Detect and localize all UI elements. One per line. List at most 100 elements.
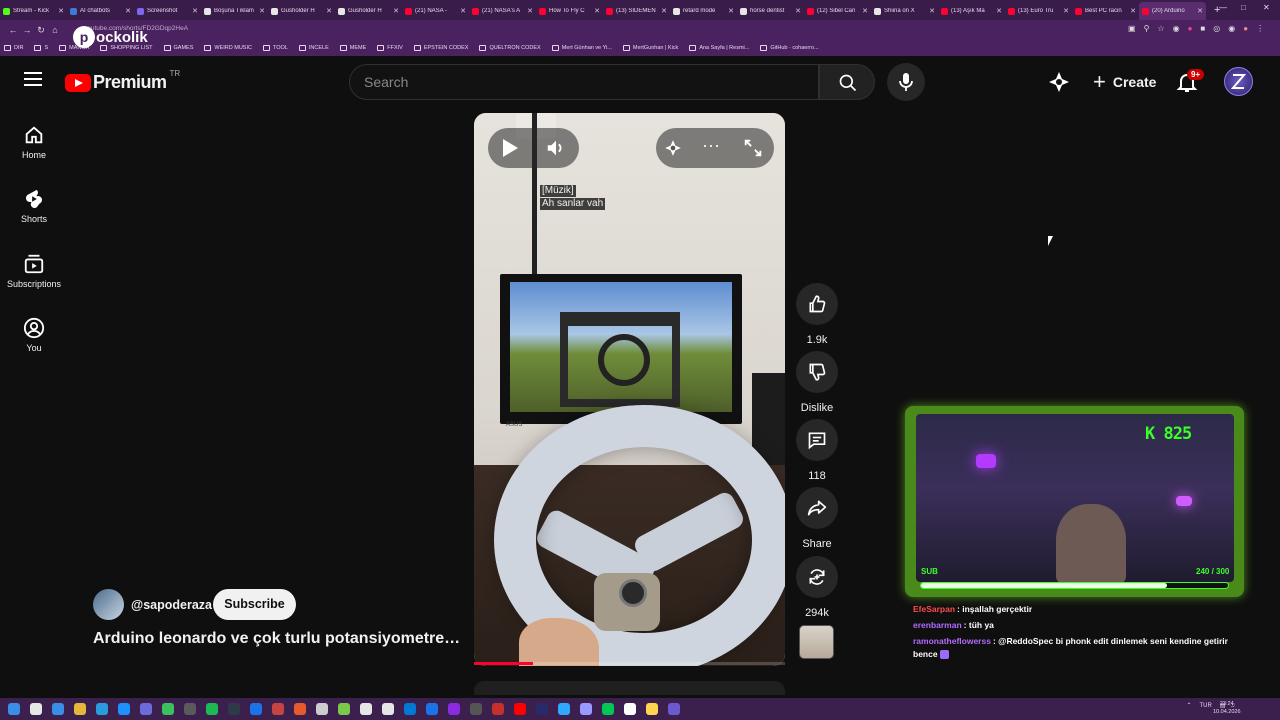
bookmark-item[interactable]: WEIRD MUSIC [204,45,252,51]
browser-menu-icon[interactable]: ⋮ [1256,24,1264,33]
bookmark-item[interactable]: Ana Sayfa | Resmi... [689,45,749,51]
bookmark-item[interactable]: GitHub · cohaerro... [760,45,819,51]
browser-tab[interactable]: horse dentist ✕ [737,2,804,20]
share-button[interactable]: Share [795,487,839,550]
taskbar-app-icon[interactable] [448,703,460,715]
tab-close-icon[interactable]: ✕ [460,7,466,15]
comments-button[interactable]: 118 [795,419,839,482]
taskbar-app-icon[interactable] [382,703,394,715]
tab-close-icon[interactable]: ✕ [125,7,131,15]
search-input[interactable] [364,74,804,90]
extension-icon[interactable]: ◎ [1213,24,1220,33]
guide-item-you[interactable]: You [0,317,68,353]
extension-icon[interactable]: ● [1188,24,1193,33]
bookmark-star-icon[interactable]: ☆ [1157,24,1164,33]
bookmark-item[interactable]: QUELTRON CODEX [479,45,541,51]
play-button[interactable] [497,136,523,162]
home-nav-icon[interactable]: ⌂ [48,25,62,35]
taskbar-app-icon[interactable] [624,703,636,715]
bookmark-item[interactable]: MEME [339,45,366,51]
subscribe-button[interactable]: Subscribe [213,589,296,620]
browser-tab[interactable]: (12) Sibel Can ✕ [804,2,871,20]
tab-close-icon[interactable]: ✕ [929,7,935,15]
browser-tab[interactable]: Screenshot ✕ [134,2,201,20]
forward-icon[interactable]: → [20,25,34,35]
taskbar-app-icon[interactable] [74,703,86,715]
minimize-icon[interactable]: — [1219,3,1227,12]
taskbar-app-icon[interactable] [404,703,416,715]
reload-icon[interactable]: ↻ [34,25,48,36]
browser-tab[interactable]: Boşuna Tıklam ✕ [201,2,268,20]
tab-close-icon[interactable]: ✕ [527,7,533,15]
voice-search-button[interactable] [887,63,925,101]
bookmark-item[interactable]: FFXIV [377,45,403,51]
next-short-preview[interactable] [474,681,785,695]
browser-tab[interactable]: (21) NASA's A ✕ [469,2,536,20]
browser-tab[interactable]: Gusholder H ✕ [268,2,335,20]
bookmark-item[interactable]: TOOL [262,45,288,51]
original-sound-thumbnail[interactable] [799,625,834,659]
browser-tab[interactable]: (13) SIDEMEN ✕ [603,2,670,20]
bookmark-item[interactable]: DIR [4,45,23,51]
taskbar-app-icon[interactable] [536,703,548,715]
back-icon[interactable]: ← [6,25,20,35]
tab-close-icon[interactable]: ✕ [661,7,667,15]
volume-button[interactable] [545,137,569,161]
ask-ai-button[interactable] [1045,68,1073,96]
profile-icon[interactable]: ● [1243,24,1248,33]
browser-tab[interactable]: AI chatbots ✕ [67,2,134,20]
bookmark-item[interactable]: S [34,45,48,51]
taskbar-app-icon[interactable] [272,703,284,715]
browser-tab[interactable]: Stream - Kick ✕ [0,2,67,20]
guide-item-shorts[interactable]: Shorts [0,188,68,224]
taskbar-app-icon[interactable] [184,703,196,715]
channel-name[interactable]: @sapoderaza [131,598,212,612]
browser-tab[interactable]: (20) Arduino ✕ [1139,2,1206,20]
video-title[interactable]: Arduino leonardo ve çok turlu potansiyom… [93,630,463,648]
taskbar-app-icon[interactable] [360,703,372,715]
ask-ai-player-button[interactable] [662,137,686,161]
taskbar-app-icon[interactable] [646,703,658,715]
tab-close-icon[interactable]: ✕ [862,7,868,15]
browser-tab[interactable]: (21) NASA - ✕ [402,2,469,20]
taskbar-app-icon[interactable] [492,703,504,715]
taskbar-app-icon[interactable] [514,703,526,715]
menu-icon[interactable] [24,72,42,86]
taskbar-app-icon[interactable] [250,703,262,715]
close-window-icon[interactable]: ✕ [1263,3,1270,12]
bookmark-item[interactable]: EPSTEIN CODEX [413,45,468,51]
extension-icon[interactable]: ■ [1200,24,1205,33]
like-button[interactable]: 1.9k [795,283,839,346]
taskbar-app-icon[interactable] [96,703,108,715]
bookmark-item[interactable]: Mert Günhan ve Yi... [551,45,612,51]
remix-button[interactable]: 294k [795,556,839,619]
video-progress-bar[interactable] [474,662,785,665]
bookmark-item[interactable]: GAMES [163,45,193,51]
dislike-button[interactable]: Dislike [795,351,839,414]
create-button[interactable]: + Create [1085,66,1164,98]
taskbar-app-icon[interactable] [338,703,350,715]
taskbar-app-icon[interactable] [580,703,592,715]
extension-icon[interactable]: ◉ [1173,24,1180,33]
taskbar-app-icon[interactable] [426,703,438,715]
language-indicator[interactable]: TUR [1199,703,1211,709]
browser-tab[interactable]: How To Fly C ✕ [536,2,603,20]
tab-close-icon[interactable]: ✕ [795,7,801,15]
tab-close-icon[interactable]: ✕ [1063,7,1069,15]
tab-close-icon[interactable]: ✕ [326,7,332,15]
browser-tab[interactable]: Shiina on X ✕ [871,2,938,20]
channel-avatar[interactable] [93,589,124,620]
tab-close-icon[interactable]: ✕ [58,7,64,15]
taskbar-app-icon[interactable] [294,703,306,715]
taskbar-app-icon[interactable] [558,703,570,715]
extension-icon[interactable]: ◉ [1228,24,1235,33]
taskbar-app-icon[interactable] [30,703,42,715]
taskbar-app-icon[interactable] [470,703,482,715]
browser-tab[interactable]: (13) Aşık Ma ✕ [938,2,1005,20]
taskbar-app-icon[interactable] [162,703,174,715]
tab-close-icon[interactable]: ✕ [1130,7,1136,15]
taskbar-clock[interactable]: 23:24 10.04.2026 [1213,700,1241,716]
guide-item-home[interactable]: Home [0,124,68,160]
browser-tab[interactable]: Gusholder H ✕ [335,2,402,20]
tab-close-icon[interactable]: ✕ [728,7,734,15]
